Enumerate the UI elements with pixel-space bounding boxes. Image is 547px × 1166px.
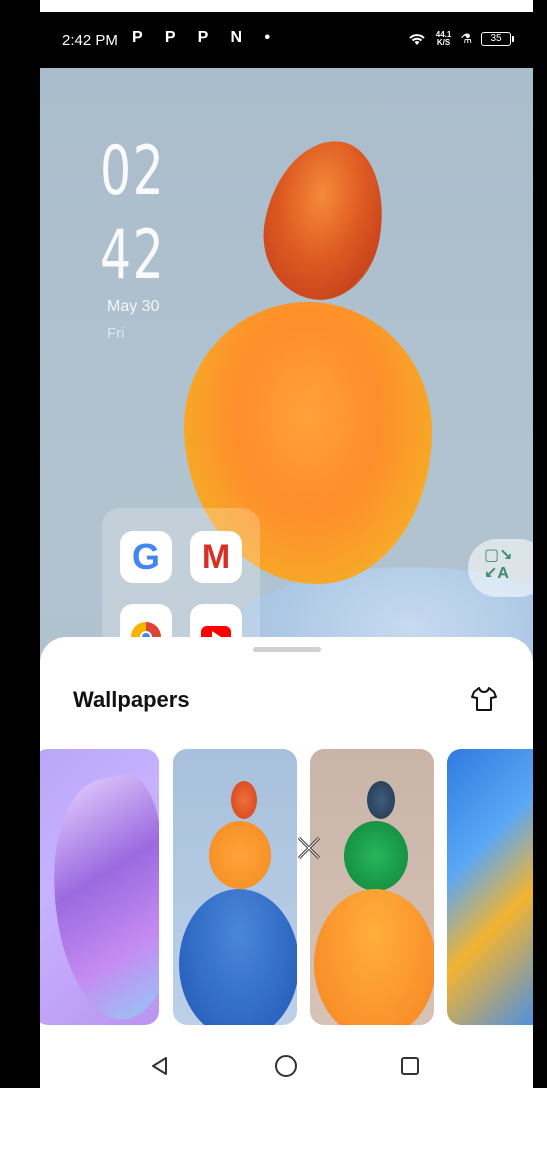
thumb2-red-pebble	[231, 781, 257, 819]
back-triangle-icon	[152, 1057, 167, 1075]
wallpaper-red-pebble	[252, 131, 396, 309]
google-app-icon[interactable]: G	[120, 531, 172, 583]
status-bar: 2:42 PM P P P N • 44.1 K/S ⚗ 35	[40, 12, 533, 68]
recents-square-icon	[401, 1057, 419, 1075]
sheet-drag-handle[interactable]	[253, 647, 321, 652]
battery-icon: 35	[481, 32, 514, 46]
wallpaper-thumb-purple[interactable]	[40, 749, 159, 1025]
device-frame: 2:42 PM P P P N • 44.1 K/S ⚗ 35 02 42 Ma…	[0, 0, 547, 1166]
thumb3-orange-pebble	[314, 889, 434, 1025]
home-button[interactable]	[272, 1052, 300, 1080]
translate-glyph-bottom: ↙A	[484, 565, 509, 582]
right-black-border	[533, 0, 547, 1088]
network-speed: 44.1 K/S	[436, 31, 452, 47]
t-shirt-icon[interactable]	[470, 685, 498, 713]
wifi-icon	[409, 34, 425, 45]
wallpaper-thumb-warm-pebbles[interactable]	[310, 749, 434, 1025]
wallpaper-thumb-blue-pebbles[interactable]	[173, 749, 297, 1025]
clock-date: May 30	[107, 298, 160, 315]
clock-minute: 42	[100, 216, 166, 295]
home-circle-icon	[275, 1055, 297, 1077]
wallpaper-carousel[interactable]	[40, 749, 533, 1027]
bottom-margin	[0, 1088, 547, 1166]
network-speed-unit: K/S	[436, 38, 451, 47]
lab-flask-icon: ⚗	[460, 31, 472, 46]
left-black-border	[0, 0, 40, 1088]
status-right-icons: 44.1 K/S ⚗ 35	[407, 31, 514, 47]
translate-app-icon[interactable]: ▢↘ ↙A	[468, 539, 533, 597]
purple-swirl-shape	[40, 769, 159, 1025]
lock-clock: 02 42	[100, 130, 165, 298]
wallpapers-bottom-sheet: Wallpapers	[40, 637, 533, 1088]
status-time: 2:42 PM	[62, 32, 118, 49]
thumb2-orange-pebble	[209, 821, 271, 889]
recents-button[interactable]	[396, 1052, 424, 1080]
thumb2-blue-pebble	[179, 889, 297, 1025]
close-x-icon[interactable]	[296, 835, 322, 861]
back-button[interactable]	[146, 1052, 174, 1080]
phone-screen: 2:42 PM P P P N • 44.1 K/S ⚗ 35 02 42 Ma…	[40, 12, 533, 1088]
notification-icons: P P P N •	[132, 29, 280, 46]
clock-day: Fri	[107, 325, 125, 342]
translate-glyph-top: ▢↘	[484, 547, 513, 564]
clock-hour: 02	[100, 132, 166, 211]
navigation-bar	[40, 1052, 533, 1088]
wallpaper-thumb-blue-gold[interactable]	[447, 749, 533, 1025]
sheet-title: Wallpapers	[73, 687, 190, 712]
thumb3-navy-pebble	[367, 781, 395, 819]
gmail-app-icon[interactable]: M	[190, 531, 242, 583]
thumb3-green-pebble	[344, 821, 408, 891]
